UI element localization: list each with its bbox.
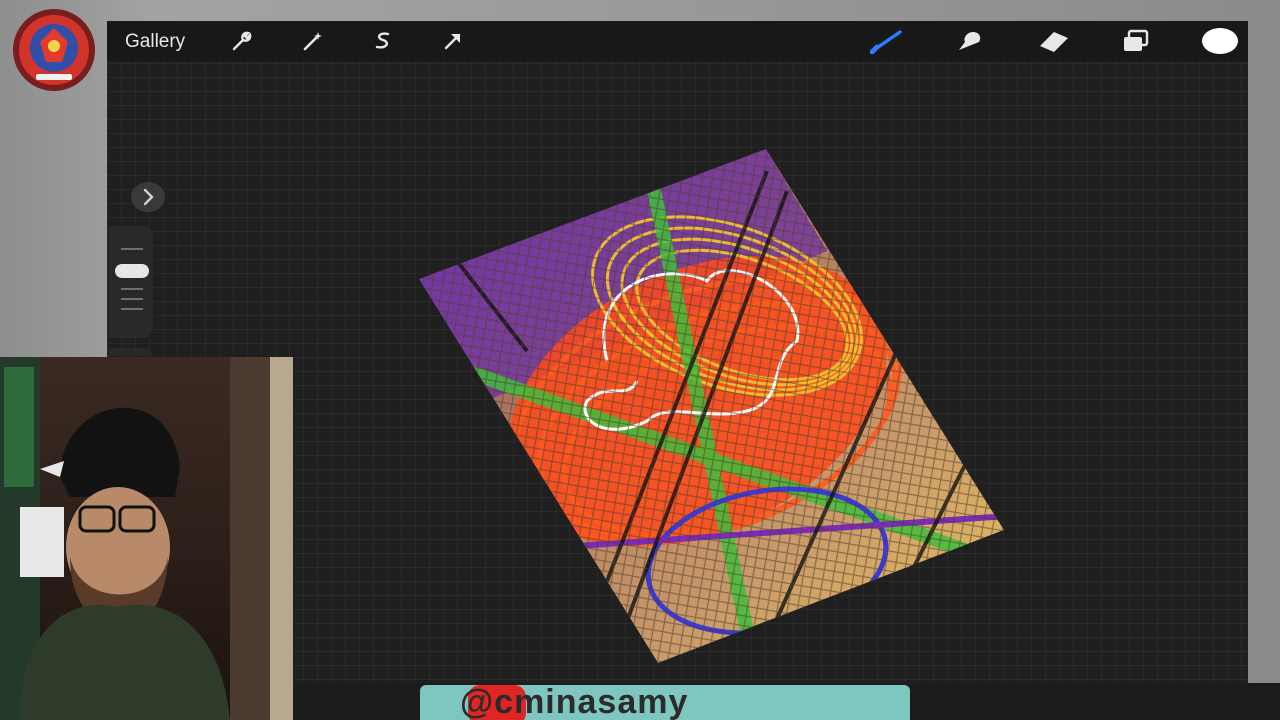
chevron-right-icon <box>143 188 154 206</box>
sidebar-toggle-button[interactable] <box>131 182 165 212</box>
wrench-icon[interactable] <box>228 28 256 54</box>
selection-s-icon[interactable] <box>369 28 397 54</box>
slider-tick <box>121 298 143 300</box>
slider-tick <box>121 288 143 290</box>
stream-handle: @cminasamy <box>460 683 689 720</box>
brush-size-slider[interactable] <box>109 226 153 338</box>
magic-wand-icon[interactable] <box>299 28 327 54</box>
top-toolbar: Gallery <box>107 21 1248 61</box>
webcam-feed <box>0 357 293 720</box>
brush-size-thumb[interactable] <box>115 264 149 278</box>
gallery-button[interactable]: Gallery <box>125 31 185 53</box>
channel-logo <box>13 9 95 91</box>
artwork-paper <box>419 149 1004 663</box>
brush-icon[interactable] <box>869 28 906 55</box>
color-picker-swatch[interactable] <box>1202 28 1238 54</box>
stream-overlay-strip: @cminasamy <box>290 683 1280 720</box>
opacity-slider[interactable] <box>109 348 153 356</box>
slider-tick <box>121 248 143 250</box>
eraser-icon[interactable] <box>1036 28 1072 54</box>
slider-tick <box>121 308 143 310</box>
smudge-icon[interactable] <box>953 28 987 54</box>
transform-arrow-icon[interactable] <box>439 28 467 54</box>
webcam-person-image <box>0 357 293 720</box>
layers-icon[interactable] <box>1120 28 1152 54</box>
